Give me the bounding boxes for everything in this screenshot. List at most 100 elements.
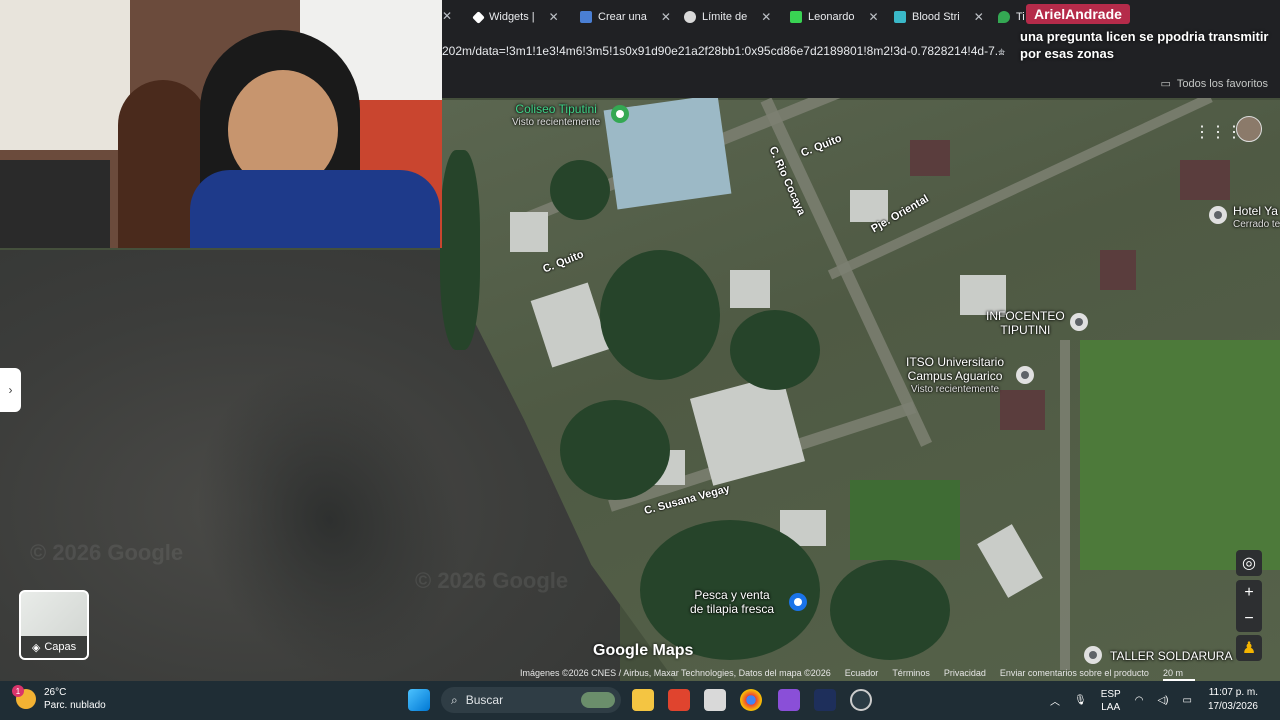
chat-username: ArielAndrade (1026, 4, 1130, 24)
building (910, 140, 950, 176)
windows-taskbar: 1 26°C Parc. nublado ⌕ Buscar ︿ 🎙 ESP LA… (0, 681, 1280, 720)
volume-icon[interactable]: ◁) (1157, 695, 1168, 706)
close-icon[interactable]: ✕ (549, 10, 559, 24)
zoom-out-button[interactable]: − (1236, 606, 1262, 632)
system-tray: ︿ 🎙 ESP LAA ◠ ◁) ▭ (1050, 681, 1192, 720)
clock-time: 11:07 p. m. (1208, 687, 1258, 698)
google-apps-icon[interactable]: ⋮⋮⋮ (1194, 122, 1242, 142)
hotel-icon (1214, 211, 1222, 219)
microphone-icon[interactable]: 🎙 (1074, 695, 1087, 706)
poi-taller-pin[interactable] (1084, 646, 1102, 664)
battery-icon[interactable]: ▭ (1182, 695, 1191, 706)
close-icon[interactable]: ✕ (442, 9, 452, 23)
poi-infocentro-label[interactable]: INFOCENTEO TIPUTINI (986, 309, 1065, 337)
weather-widget[interactable]: 1 26°C Parc. nublado (12, 685, 106, 712)
weather-icon: 1 (12, 685, 36, 709)
file-explorer-icon[interactable] (632, 689, 654, 711)
layers-button[interactable]: ◈ Capas (19, 590, 89, 660)
poi-coliseo-pin[interactable] (611, 105, 629, 123)
country-link[interactable]: Ecuador (845, 668, 879, 681)
poi-name: Coliseo Tiputini (515, 102, 597, 116)
terms-link[interactable]: Términos (892, 668, 930, 681)
zoom-in-button[interactable]: + (1236, 580, 1262, 606)
close-icon[interactable]: ✕ (974, 10, 984, 24)
media-player-icon[interactable] (668, 689, 690, 711)
paypal-icon (580, 11, 592, 23)
lang-primary: ESP (1100, 688, 1121, 700)
tree-cluster (600, 250, 720, 380)
building (510, 212, 548, 252)
tree (550, 160, 610, 220)
notepad-icon[interactable] (704, 689, 726, 711)
building (1180, 160, 1230, 200)
my-location-button[interactable]: ◎ (1236, 550, 1262, 576)
app-icon[interactable] (778, 689, 800, 711)
map-watermark: © 2026 Google (415, 568, 569, 593)
plus-icon: + (1244, 584, 1254, 601)
close-icon[interactable]: ✕ (661, 10, 671, 24)
poi-pesca-pin[interactable] (789, 593, 807, 611)
search-placeholder: Buscar (465, 693, 504, 707)
pegman-icon: ♟ (1241, 640, 1257, 657)
building (1000, 390, 1045, 430)
tab-widgets[interactable]: Widgets | ✕ (472, 4, 559, 30)
poi-sub: Visto recientemente (512, 117, 601, 128)
tab-leonardo[interactable]: Leonardo ✕ (790, 4, 879, 30)
monitor (0, 160, 110, 248)
weather-desc: Parc. nublado (44, 700, 106, 711)
chevron-right-icon: › (8, 383, 13, 397)
poi-name: de tilapia fresca (690, 602, 775, 616)
chevron-up-icon[interactable]: ︿ (1050, 693, 1060, 708)
language-indicator[interactable]: ESP LAA (1101, 688, 1121, 714)
collapse-side-panel-button[interactable]: › (0, 368, 21, 412)
chatgpt-icon (684, 11, 696, 23)
chrome-icon[interactable] (740, 689, 762, 711)
privacy-link[interactable]: Privacidad (944, 668, 986, 681)
editor-icon[interactable] (814, 689, 836, 711)
taskbar-search[interactable]: ⌕ Buscar (441, 687, 621, 713)
shopping-cart-icon (794, 598, 802, 606)
clock-date: 17/03/2026 (1207, 701, 1258, 712)
wifi-icon[interactable]: ◠ (1135, 695, 1144, 706)
lang-secondary: LAA (1101, 701, 1121, 713)
obs-icon[interactable] (850, 689, 872, 711)
location-icon[interactable]: ⌖ (998, 44, 1005, 60)
poi-taller-label[interactable]: TALLER SOLDARURA (1110, 649, 1232, 663)
scale-bar[interactable]: 20 m (1162, 668, 1195, 681)
window-background (0, 0, 130, 150)
search-icon: ⌕ (451, 692, 458, 707)
feedback-link[interactable]: Enviar comentarios sobre el producto (1000, 668, 1149, 681)
tab-limite[interactable]: Límite de ✕ (684, 4, 771, 30)
poi-sub: Cerrado te (1233, 219, 1280, 230)
minus-icon: − (1244, 610, 1254, 627)
system-clock[interactable]: 11:07 p. m. 17/03/2026 (1208, 686, 1258, 714)
close-icon[interactable]: ✕ (869, 10, 879, 24)
poi-sub: Visto recientemente (910, 384, 1000, 395)
tab-crear[interactable]: Crear una ✕ (580, 4, 671, 30)
poi-hotel-label[interactable]: Hotel Ya Cerrado te (1233, 204, 1280, 232)
url-text[interactable]: 202m/data=!3m1!1e3!4m6!3m5!1s0x91d90e21a… (442, 44, 1005, 58)
tab-label: Crear una (598, 11, 647, 23)
all-bookmarks-button[interactable]: ▭ Todos los favoritos (1160, 77, 1268, 91)
poi-infocentro-pin[interactable] (1070, 313, 1088, 331)
poi-itso-pin[interactable] (1016, 366, 1034, 384)
tab-blood-strike[interactable]: Blood Stri ✕ (894, 4, 984, 30)
poi-name: Hotel Ya (1233, 204, 1278, 218)
poi-itso-label[interactable]: ITSO Universitario Campus Aguarico Visto… (906, 355, 1004, 397)
poi-pesca-label[interactable]: Pesca y venta de tilapia fresca (690, 588, 774, 616)
windows-start-icon[interactable] (408, 689, 430, 711)
pegman-button[interactable]: ♟ (1236, 635, 1262, 661)
poi-coliseo-label[interactable]: Coliseo Tiputini Visto recientemente (512, 102, 600, 130)
map-watermark: © 2026 Google (30, 540, 184, 565)
pin-dot (1075, 318, 1083, 326)
person-right-shirt (190, 170, 440, 248)
tree-cluster (830, 560, 950, 660)
imagery-credit: Imágenes ©2026 CNES / Airbus, Maxar Tech… (520, 668, 831, 678)
avatar[interactable] (1236, 116, 1262, 142)
poi-hotel-pin[interactable] (1209, 206, 1227, 224)
weather-temp: 26°C (44, 687, 67, 698)
close-icon[interactable]: ✕ (761, 10, 771, 24)
tab-label: Blood Stri (912, 11, 960, 23)
layers-label-bar: ◈ Capas (21, 636, 87, 658)
building (1100, 250, 1136, 290)
